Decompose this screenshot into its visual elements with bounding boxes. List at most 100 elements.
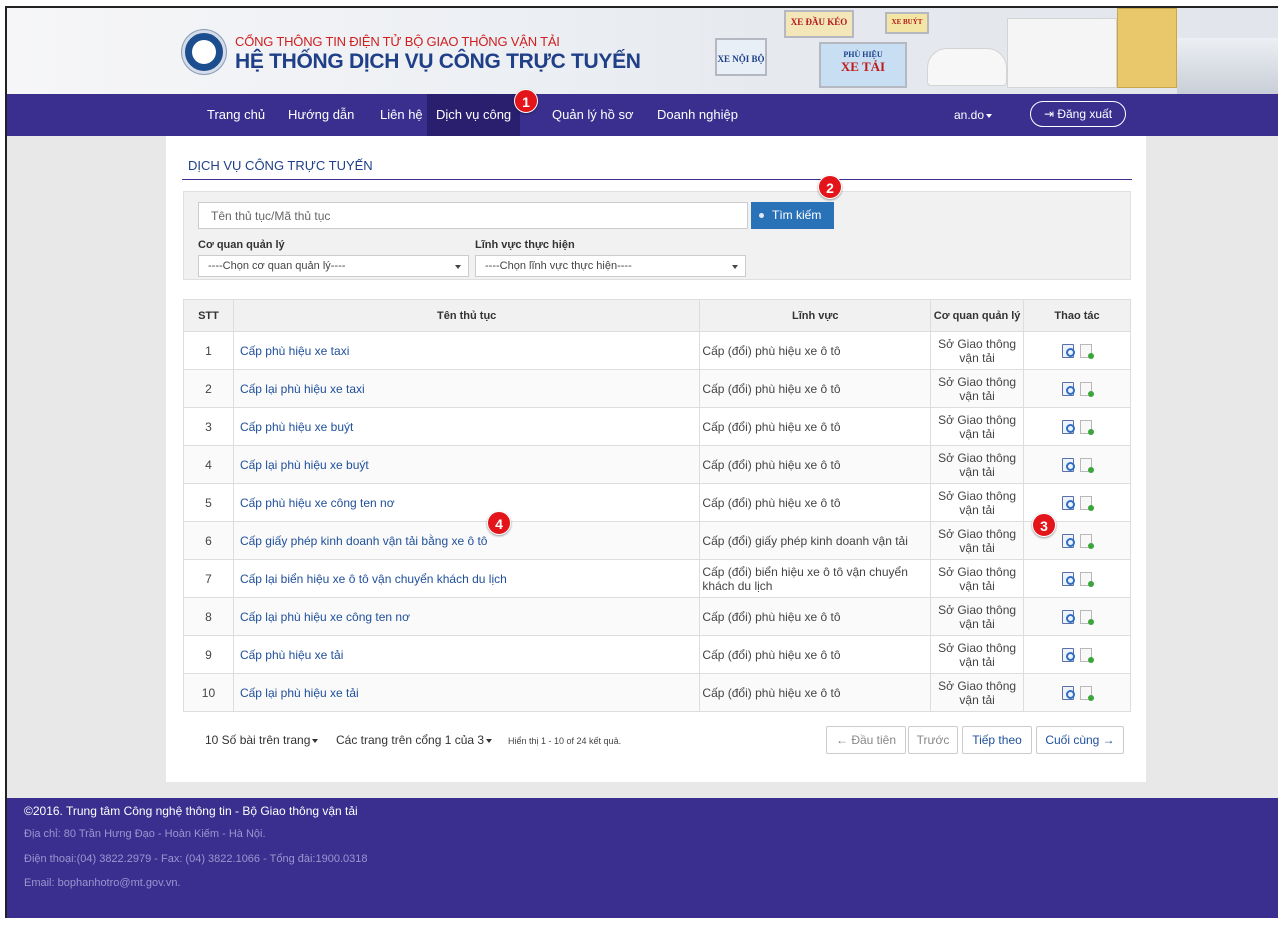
view-details-icon[interactable] (1062, 571, 1076, 586)
submit-file-icon[interactable] (1080, 533, 1095, 549)
procedure-link[interactable]: Cấp phù hiệu xe công ten nơ (232, 483, 701, 522)
view-details-icon[interactable] (1062, 419, 1076, 434)
page-size-label: 10 Số bài trên trang (205, 733, 311, 747)
procedure-link[interactable]: Cấp lại phù hiệu xe taxi (232, 369, 701, 408)
view-details-icon[interactable] (1062, 647, 1076, 662)
cell-actions (1023, 597, 1131, 636)
nav-item-business[interactable]: Doanh nghiệp (648, 94, 747, 136)
view-details-icon[interactable] (1062, 533, 1076, 548)
cell-actions (1023, 445, 1131, 484)
page-jump-select[interactable]: Các trang trên cổng 1 của 3 (336, 733, 493, 747)
view-details-icon[interactable] (1062, 495, 1076, 510)
procedure-link[interactable]: Cấp lại biển hiệu xe ô tô vận chuyển khá… (232, 559, 701, 598)
procedure-link[interactable]: Cấp giấy phép kinh doanh vận tải bằng xe… (232, 521, 701, 560)
submit-file-icon[interactable] (1080, 457, 1095, 473)
submit-file-icon[interactable] (1080, 685, 1095, 701)
cell-stt: 9 (183, 635, 234, 674)
submit-file-icon[interactable] (1080, 571, 1095, 587)
cell-actions (1023, 331, 1131, 370)
header-agency: Cơ quan quản lý (930, 299, 1025, 332)
search-input[interactable] (198, 202, 748, 229)
step-marker-2: 2 (818, 175, 842, 199)
next-page-button[interactable]: Tiếp theo (962, 726, 1032, 754)
portal-title: HỆ THỐNG DỊCH VỤ CÔNG TRỰC TUYẾN (235, 50, 641, 73)
cell-agency: Sở Giao thông vận tải (930, 521, 1025, 560)
table-row: 2 Cấp lại phù hiệu xe taxi Cấp (đổi) phù… (183, 369, 1131, 408)
last-page-button[interactable]: Cuối cùng → (1036, 726, 1124, 754)
results-summary: Hiển thị 1 - 10 of 24 kết quả. (508, 736, 622, 746)
view-details-icon[interactable] (1062, 343, 1076, 358)
table-row: 8 Cấp lại phù hiệu xe công ten nơ Cấp (đ… (183, 597, 1131, 636)
cell-actions (1023, 407, 1131, 446)
footer-email[interactable]: Email: bophanhotro@mt.gov.vn. (24, 877, 181, 889)
procedure-link[interactable]: Cấp lại phù hiệu xe công ten nơ (232, 597, 701, 636)
step-marker-3: 3 (1032, 513, 1056, 537)
header-stt: STT (183, 299, 234, 332)
submit-file-icon[interactable] (1080, 343, 1095, 359)
field-select[interactable]: ----Chọn lĩnh vực thực hiện---- (475, 255, 746, 277)
submit-file-icon[interactable] (1080, 419, 1095, 435)
cell-stt: 1 (183, 331, 234, 370)
cell-field: Cấp (đổi) phù hiệu xe ô tô (699, 483, 932, 522)
header-name: Tên thủ tục (232, 299, 701, 332)
footer-copyright: ©2016. Trung tâm Công nghệ thông tin - B… (24, 804, 358, 818)
nav-item-guide[interactable]: Hướng dẫn (279, 94, 363, 136)
agency-select[interactable]: ----Chọn cơ quan quản lý---- (198, 255, 469, 277)
sign-out-icon: ⇥ (1043, 107, 1054, 121)
submit-file-icon[interactable] (1080, 381, 1095, 397)
cell-field: Cấp (đổi) biển hiệu xe ô tô vận chuyển k… (699, 559, 932, 598)
prev-page-button[interactable]: Trước (908, 726, 958, 754)
procedure-link[interactable]: Cấp lại phù hiệu xe tải (232, 673, 701, 712)
submit-file-icon[interactable] (1080, 609, 1095, 625)
search-panel: Tìm kiếm Cơ quan quản lý ----Chọn cơ qua… (183, 191, 1131, 280)
submit-file-icon[interactable] (1080, 647, 1095, 663)
page-size-select[interactable]: 10 Số bài trên trang (205, 733, 319, 747)
footer-phone: Điện thoại:(04) 3822.2979 - Fax: (04) 38… (24, 853, 368, 865)
table-row: 7 Cấp lại biển hiệu xe ô tô vận chuyển k… (183, 559, 1131, 598)
procedure-link[interactable]: Cấp phù hiệu xe tải (232, 635, 701, 674)
procedure-link[interactable]: Cấp phù hiệu xe buýt (232, 407, 701, 446)
search-button[interactable]: Tìm kiếm (751, 202, 834, 229)
chevron-down-icon (986, 113, 993, 118)
cell-agency: Sở Giao thông vận tải (930, 369, 1025, 408)
procedures-table: STT Tên thủ tục Lĩnh vực Cơ quan quản lý… (183, 299, 1131, 712)
submit-file-icon[interactable] (1080, 495, 1095, 511)
logout-button[interactable]: ⇥ Đăng xuất (1030, 101, 1126, 127)
title-divider (182, 179, 1132, 180)
nav-item-records[interactable]: Quản lý hồ sơ (543, 94, 643, 136)
chevron-down-icon (312, 738, 319, 743)
drvn-logo[interactable]: DRVN (182, 30, 226, 74)
view-details-icon[interactable] (1062, 457, 1076, 472)
cell-stt: 4 (183, 445, 234, 484)
user-menu[interactable]: an.do (954, 94, 993, 136)
cell-field: Cấp (đổi) phù hiệu xe ô tô (699, 635, 932, 674)
cell-field: Cấp (đổi) phù hiệu xe ô tô (699, 445, 932, 484)
table-row: 1 Cấp phù hiệu xe taxi Cấp (đổi) phù hiệ… (183, 331, 1131, 370)
page-jump-label: Các trang trên cổng 1 của 3 (336, 733, 485, 747)
banner-sign-xe-tai: PHÙ HIỆU XE TẢI (819, 42, 907, 88)
header-actions: Thao tác (1023, 299, 1131, 332)
cell-field: Cấp (đổi) phù hiệu xe ô tô (699, 407, 932, 446)
procedure-link[interactable]: Cấp lại phù hiệu xe buýt (232, 445, 701, 484)
main-content: DỊCH VỤ CÔNG TRỰC TUYẾN Tìm kiếm Cơ quan… (166, 136, 1146, 782)
view-details-icon[interactable] (1062, 609, 1076, 624)
field-select-value: ----Chọn lĩnh vực thực hiện---- (485, 260, 632, 272)
footer-address: Địa chỉ: 80 Trần Hưng Đạo - Hoàn Kiếm - … (24, 828, 266, 840)
view-details-icon[interactable] (1062, 685, 1076, 700)
browser-frame: DRVN CỔNG THÔNG TIN ĐIỆN TỬ BỘ GIAO THÔN… (5, 6, 1278, 918)
cell-agency: Sở Giao thông vận tải (930, 597, 1025, 636)
table-header-row: STT Tên thủ tục Lĩnh vực Cơ quan quản lý… (183, 299, 1131, 332)
cell-stt: 6 (183, 521, 234, 560)
nav-item-home[interactable]: Trang chủ (198, 94, 274, 136)
cell-field: Cấp (đổi) phù hiệu xe ô tô (699, 673, 932, 712)
cell-agency: Sở Giao thông vận tải (930, 407, 1025, 446)
cell-actions (1023, 559, 1131, 598)
view-details-icon[interactable] (1062, 381, 1076, 396)
site-banner: DRVN CỔNG THÔNG TIN ĐIỆN TỬ BỘ GIAO THÔN… (7, 8, 1278, 94)
nav-item-contact[interactable]: Liên hệ (371, 94, 432, 136)
cell-field: Cấp (đổi) giấy phép kinh doanh vận tải (699, 521, 932, 560)
chevron-down-icon (732, 265, 738, 269)
procedure-link[interactable]: Cấp phù hiệu xe taxi (232, 331, 701, 370)
nav-item-public-services[interactable]: Dịch vụ công (427, 94, 521, 136)
first-page-button[interactable]: ← Đầu tiên (826, 726, 906, 754)
